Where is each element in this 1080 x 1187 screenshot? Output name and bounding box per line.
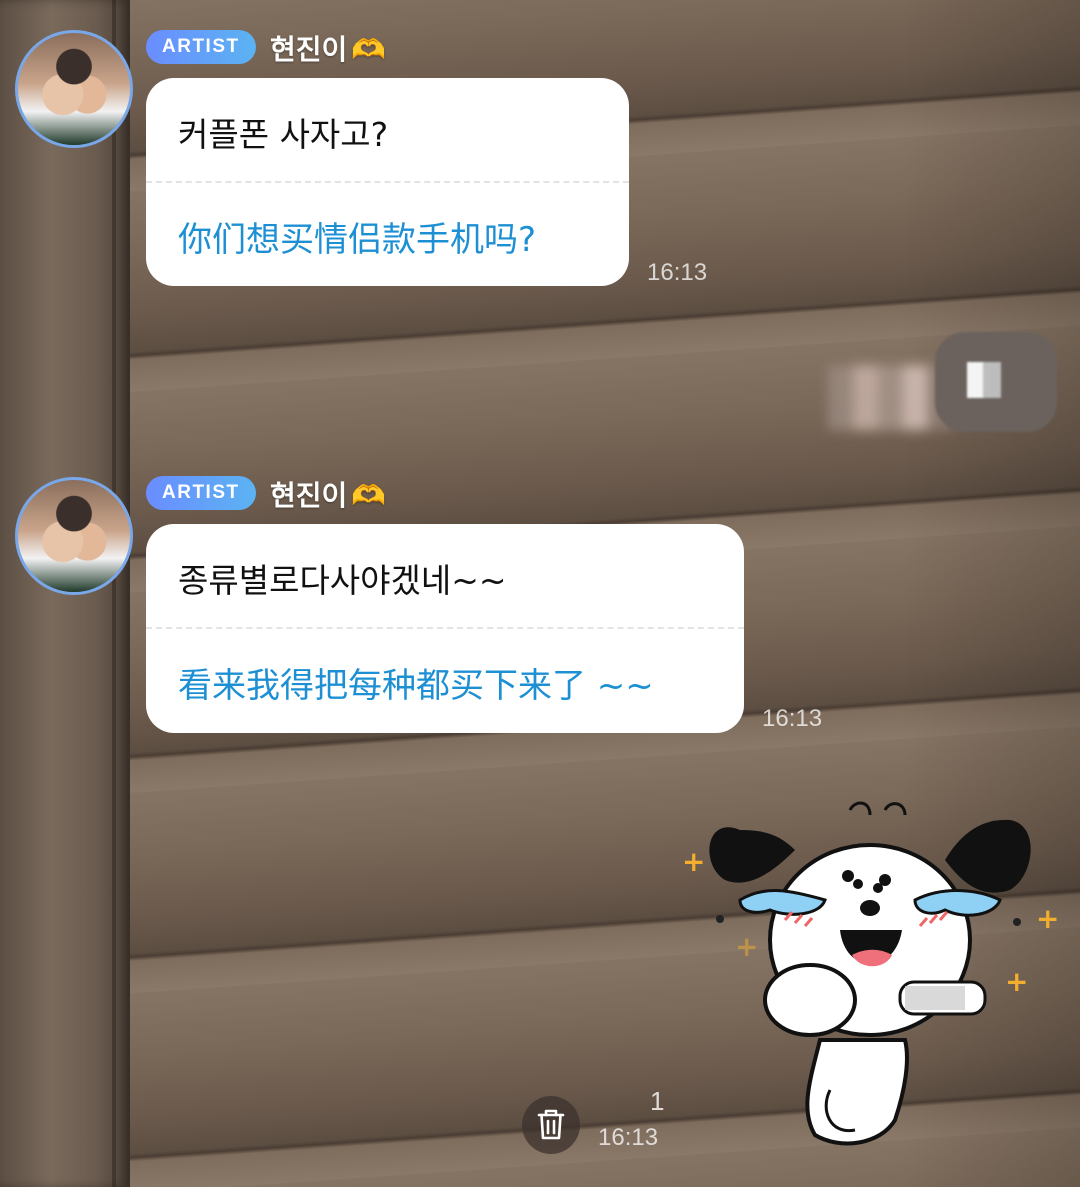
dot-icon — [716, 915, 724, 923]
bubble-divider — [146, 181, 629, 183]
trash-button[interactable] — [522, 1096, 580, 1154]
sender-name-text: 현진이 — [270, 479, 348, 512]
message-bubble[interactable]: 커플폰 사자고? 你们想买情侣款手机吗? — [146, 78, 629, 286]
sparkle-icon: + — [735, 930, 759, 963]
message-time: 16:13 — [647, 259, 708, 286]
crying-puppy-sticker[interactable]: + + + + — [680, 790, 1060, 1160]
heart-hands-icon: 🫶 — [351, 479, 387, 512]
sticker-time: 16:13 — [598, 1124, 659, 1151]
heart-hands-icon: 🫶 — [351, 33, 387, 66]
artist-badge: ARTIST — [146, 30, 256, 64]
puppy-illustration — [709, 801, 1031, 1146]
sender-name: 현진이 🫶 — [270, 28, 386, 68]
translated-text: 你们想买情侣款手机吗? — [178, 220, 537, 260]
sparkle-icon: + — [1036, 902, 1060, 935]
sender-avatar[interactable] — [15, 30, 133, 148]
message-time: 16:13 — [762, 705, 823, 732]
bubble-divider — [146, 627, 744, 629]
artist-badge: ARTIST — [146, 476, 256, 510]
trash-icon — [537, 1109, 565, 1140]
original-text: 커플폰 사자고? — [178, 115, 389, 154]
sender-name-text: 현진이 — [270, 33, 348, 66]
original-text: 종류별로다사야겠네~~ — [178, 561, 507, 600]
sender-name: 현진이 🫶 — [270, 474, 386, 514]
blurred-user-bubble[interactable] — [935, 332, 1057, 432]
dot-icon — [1013, 918, 1021, 926]
sender-avatar[interactable] — [15, 477, 133, 595]
sparkle-icon: + — [1005, 965, 1029, 998]
unread-count: 1 — [650, 1086, 665, 1116]
translated-text: 看来我得把每种都买下来了 ~~ — [178, 666, 654, 706]
sparkle-icon: + — [682, 845, 706, 878]
message-bubble[interactable]: 종류별로다사야겠네~~ 看来我得把每种都买下来了 ~~ — [146, 524, 744, 733]
